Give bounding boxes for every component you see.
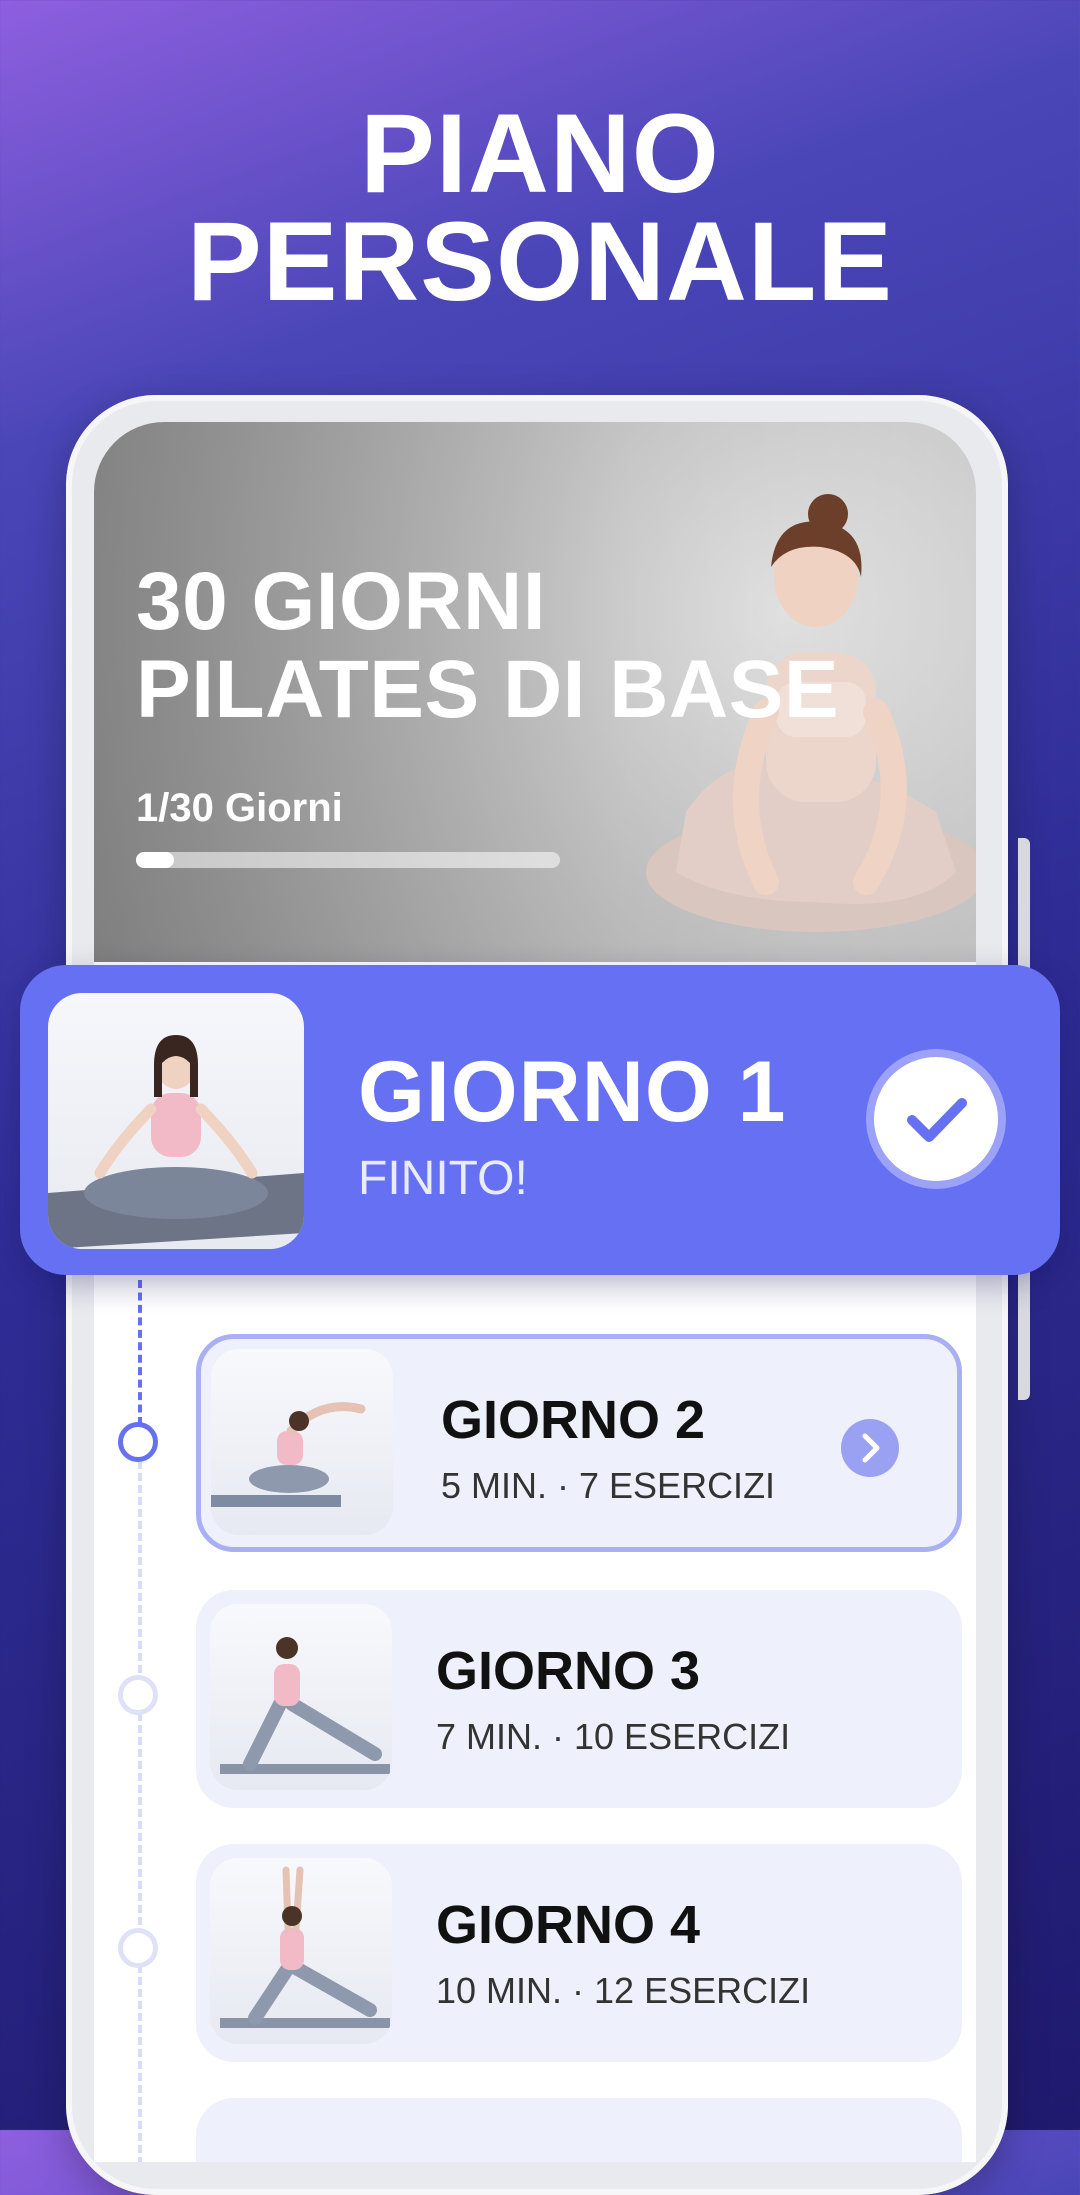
timeline-upcoming-segment — [138, 1425, 142, 2162]
pilates-side-stretch-photo — [211, 1402, 366, 1507]
day-meta: 7 MIN. · 10 ESERCIZI — [436, 1716, 791, 1757]
day-card-next-peek[interactable] — [196, 2098, 962, 2162]
day-thumbnail — [210, 1858, 392, 2044]
plan-progress-label: 1/30 Giorni — [136, 786, 343, 830]
current-day-card[interactable]: GIORNO 1 FINITO! — [20, 965, 1060, 1275]
current-day-thumbnail — [48, 993, 304, 1249]
check-icon — [907, 1098, 967, 1142]
open-day-button[interactable] — [841, 1419, 899, 1477]
current-day-status: FINITO! — [358, 1152, 528, 1205]
day-title: GIORNO 4 — [436, 1895, 701, 1955]
day-complete-badge — [874, 1057, 998, 1181]
timeline-node-day-4 — [118, 1928, 158, 1968]
day-thumbnail — [210, 1604, 392, 1790]
pilates-lunge-photo — [220, 1637, 390, 1774]
chevron-right-icon — [862, 1433, 880, 1463]
plan-progress-fill — [136, 852, 175, 868]
headline-line-2: PERSONALE — [187, 199, 893, 324]
plan-hero-banner[interactable]: 30 GIORNI PILATES DI BASE 1/30 Giorni — [94, 422, 976, 962]
plan-title-line-1: 30 GIORNI — [136, 556, 547, 647]
timeline-completed-segment — [138, 1280, 142, 1425]
day-title: GIORNO 3 — [436, 1641, 701, 1701]
plan-progress-bar — [136, 852, 560, 868]
day-card-4[interactable]: GIORNO 4 10 MIN. · 12 ESERCIZI — [196, 1844, 962, 2062]
page-headline: PIANO PERSONALE — [0, 91, 1080, 324]
day-card-2[interactable]: GIORNO 2 5 MIN. · 7 ESERCIZI — [196, 1334, 962, 1552]
day-title: GIORNO 2 — [441, 1390, 706, 1450]
pilates-meditation-photo — [48, 1035, 304, 1249]
plan-title: 30 GIORNI PILATES DI BASE — [136, 558, 839, 734]
day-meta: 5 MIN. · 7 ESERCIZI — [441, 1465, 776, 1506]
current-day-title: GIORNO 1 — [358, 1044, 787, 1140]
pilates-warrior-photo — [220, 1866, 390, 2028]
day-thumbnail — [211, 1349, 393, 1535]
timeline-node-day-3 — [118, 1675, 158, 1715]
timeline-node-day-2 — [118, 1422, 158, 1462]
plan-title-line-2: PILATES DI BASE — [136, 644, 840, 735]
day-meta: 10 MIN. · 12 ESERCIZI — [436, 1970, 811, 2011]
headline-line-1: PIANO — [360, 91, 720, 216]
day-card-3[interactable]: GIORNO 3 7 MIN. · 10 ESERCIZI — [196, 1590, 962, 1808]
phone-screen: 30 GIORNI PILATES DI BASE 1/30 Giorni GI… — [94, 422, 976, 2162]
